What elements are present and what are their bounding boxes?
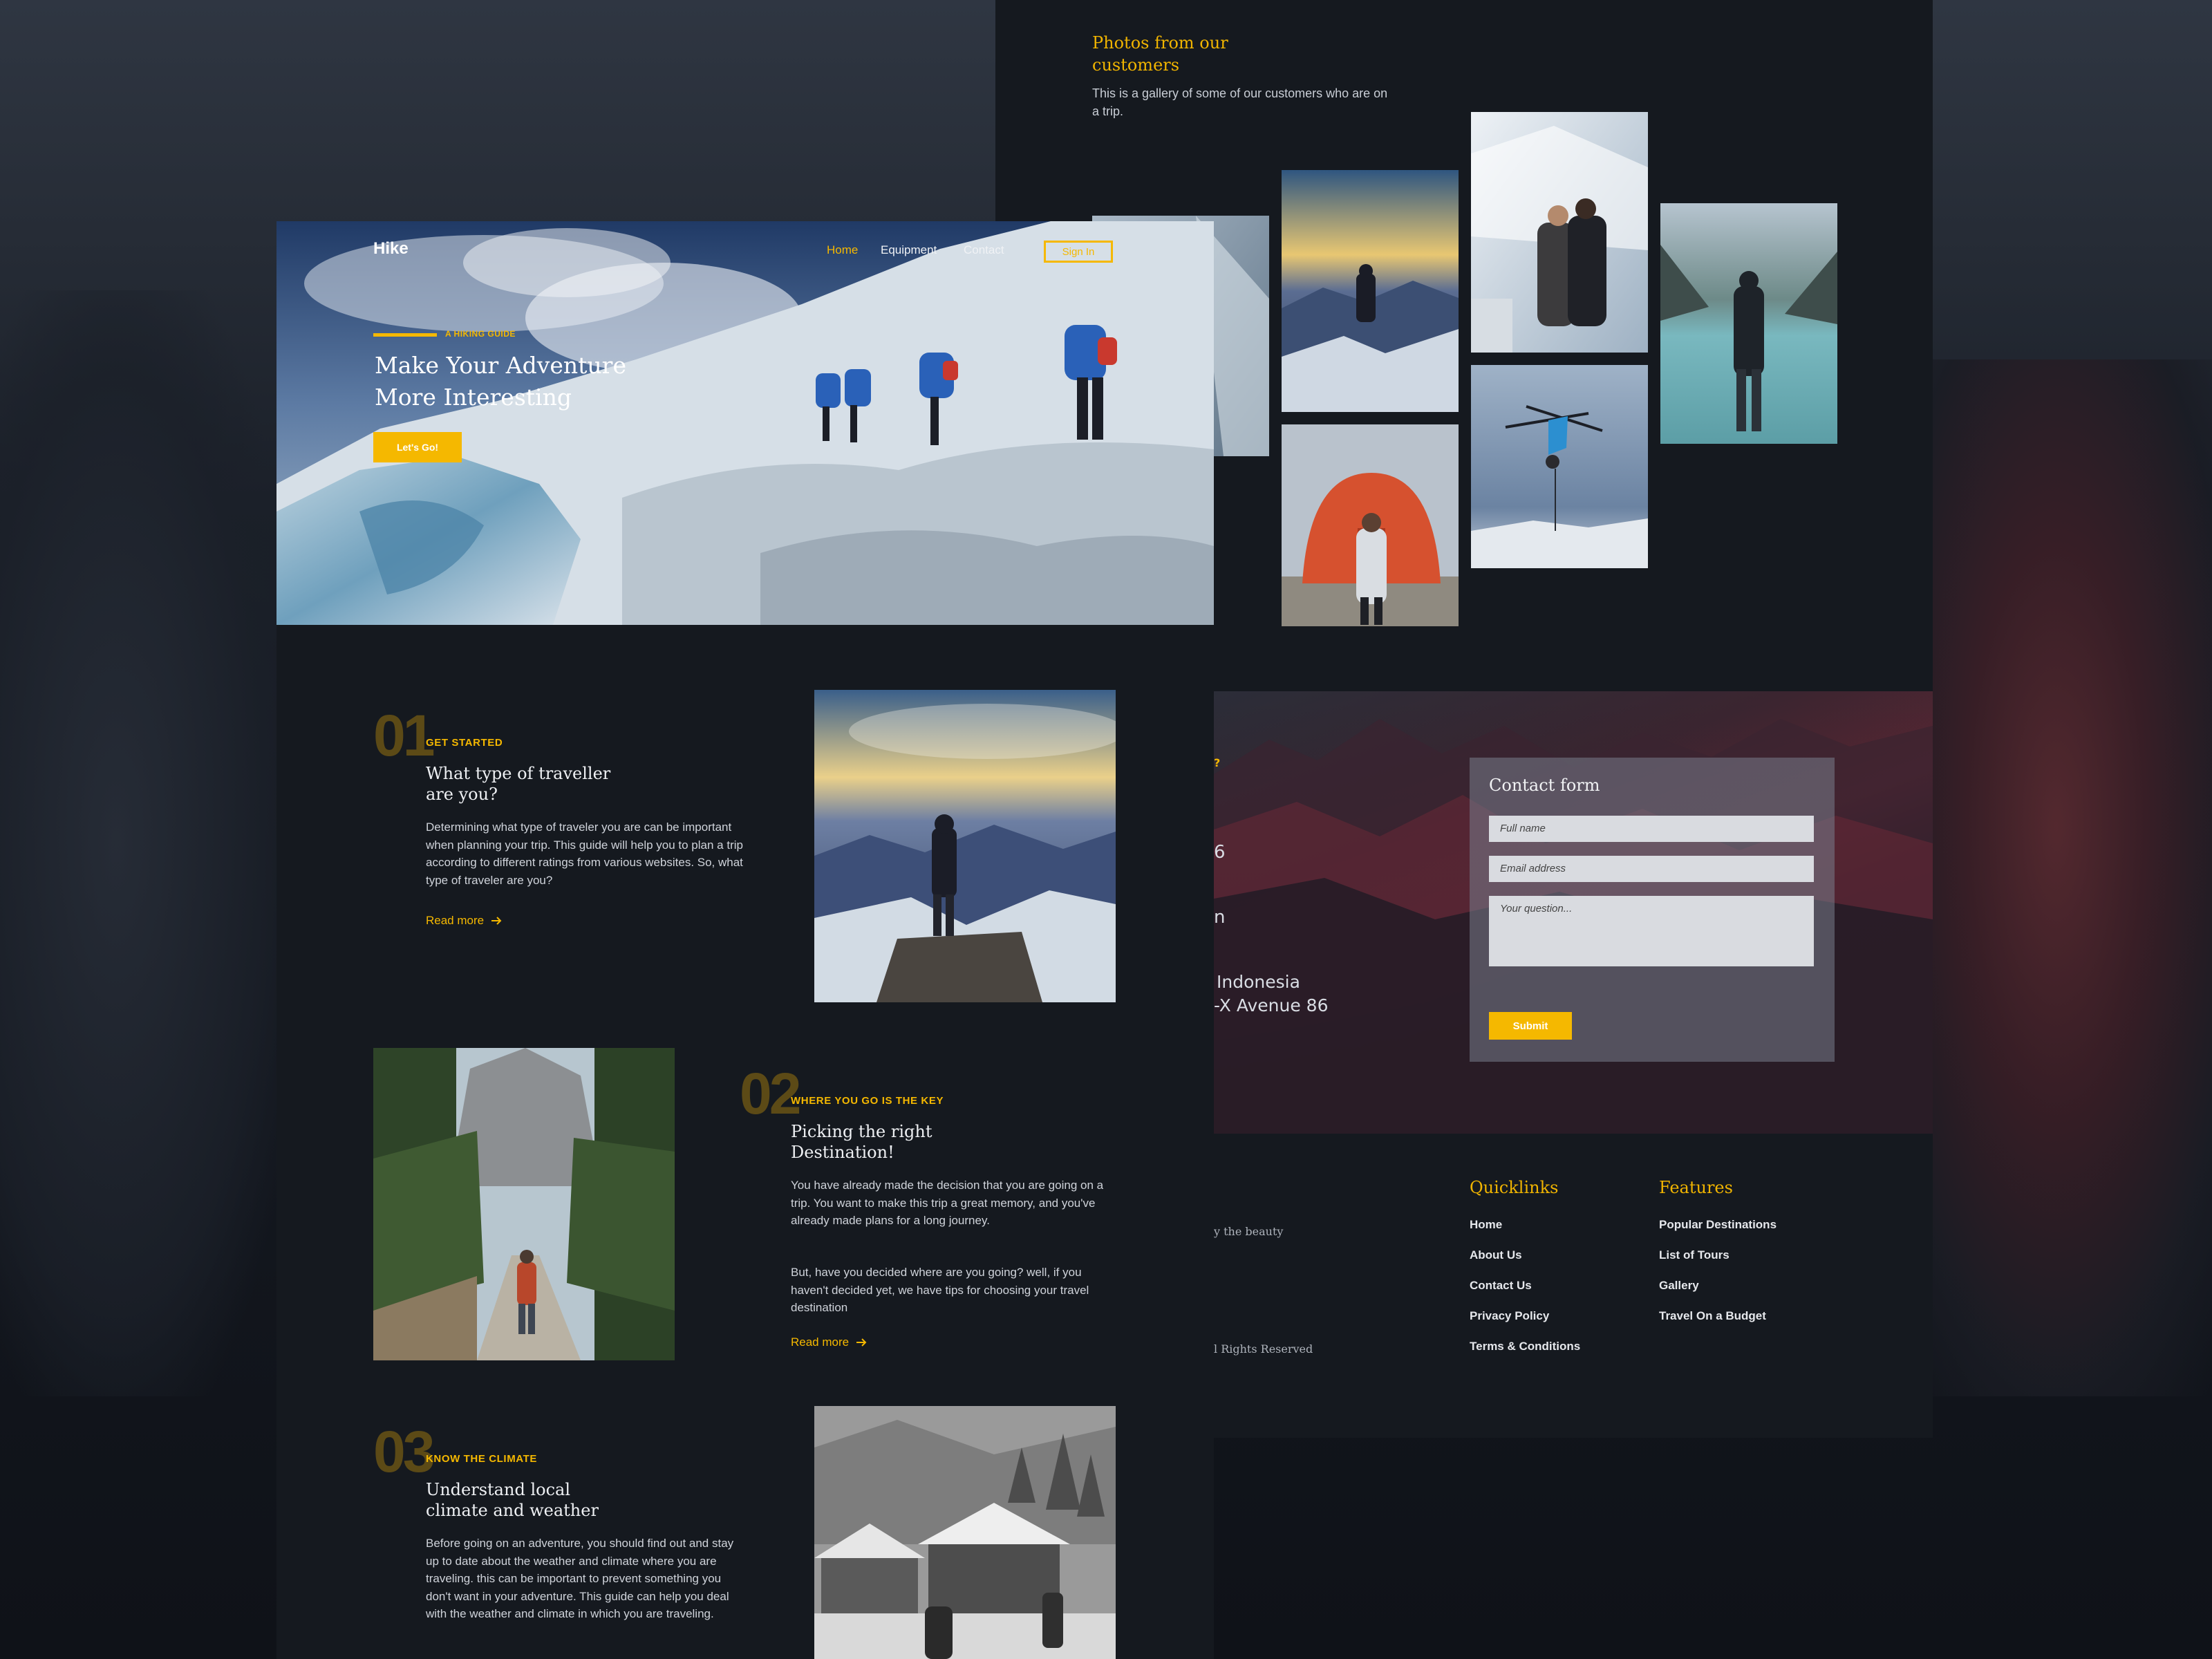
read-more-label: Read more <box>426 914 485 927</box>
step-photo-hiker-sunset <box>814 690 1116 1002</box>
read-more-label: Read more <box>791 1335 850 1349</box>
nav-equipment[interactable]: Equipment <box>881 243 937 257</box>
footer-link-about-us[interactable]: About Us <box>1470 1248 1522 1262</box>
footer-link-list-of-tours[interactable]: List of Tours <box>1659 1248 1730 1262</box>
step-kicker-03: KNOW THE CLIMATE <box>426 1453 537 1465</box>
footer-link-terms[interactable]: Terms & Conditions <box>1470 1340 1580 1353</box>
gallery-subtitle: This is a gallery of some of our custome… <box>1092 86 1388 118</box>
gallery-title: Photos from our customers <box>1092 33 1228 75</box>
step-photo-forest-road <box>373 1048 675 1360</box>
contact-form: Contact form Full name Email address You… <box>1470 758 1835 1062</box>
arrow-right-icon <box>856 1338 867 1347</box>
footer-link-home[interactable]: Home <box>1470 1218 1502 1232</box>
contact-label-partial: ? <box>1214 756 1221 769</box>
submit-button[interactable]: Submit <box>1489 1012 1572 1040</box>
step-kicker-01: GET STARTED <box>426 737 503 749</box>
footer-link-popular-destinations[interactable]: Popular Destinations <box>1659 1218 1777 1232</box>
step-number-02: 02 <box>740 1061 801 1126</box>
contact-info-line-2: n <box>1214 907 1226 928</box>
contact-info-line-4: -X Avenue 86 <box>1214 995 1329 1015</box>
background-blur-left <box>0 290 290 1396</box>
footer-about-partial: y the beauty <box>1214 1225 1284 1238</box>
step-body-02b: But, have you decided where are you goin… <box>791 1266 1089 1315</box>
gallery-photo-lake-reflection[interactable] <box>1660 203 1837 444</box>
features-title: Features <box>1659 1178 1733 1197</box>
read-more-link-02[interactable]: Read more <box>791 1335 867 1349</box>
step-number-03: 03 <box>373 1419 435 1484</box>
step-body-02: You have already made the decision that … <box>791 1179 1104 1228</box>
nav-contact[interactable]: Contact <box>964 243 1004 257</box>
arrow-right-icon <box>491 917 502 925</box>
email-field[interactable]: Email address <box>1489 856 1814 882</box>
quicklinks-title: Quicklinks <box>1470 1178 1559 1197</box>
footer-link-travel-budget[interactable]: Travel On a Budget <box>1659 1309 1766 1323</box>
gallery-photo-orange-tent[interactable] <box>1282 424 1459 626</box>
step-number-01: 01 <box>373 703 435 768</box>
step-title-02: Picking the right Destination! <box>791 1122 932 1162</box>
step-kicker-02: WHERE YOU GO IS THE KEY <box>791 1095 944 1107</box>
lets-go-button[interactable]: Let's Go! <box>373 432 462 462</box>
gallery-photo-hiker-sunset[interactable] <box>1282 170 1459 412</box>
gallery-photo-skier[interactable] <box>1471 365 1648 568</box>
question-field[interactable]: Your question... <box>1489 896 1814 966</box>
landing-page: Hike Home Equipment Contact Sign In A HI… <box>276 221 1214 1659</box>
footer-link-contact-us[interactable]: Contact Us <box>1470 1279 1532 1293</box>
step-title-03: Understand local climate and weather <box>426 1480 599 1520</box>
step-title-01: What type of traveller are you? <box>426 764 611 804</box>
kicker-line <box>373 333 437 337</box>
footer-link-gallery[interactable]: Gallery <box>1659 1279 1699 1293</box>
full-name-field[interactable]: Full name <box>1489 816 1814 842</box>
hero-title: Make Your Adventure More Interesting <box>375 352 626 411</box>
step-body-01: Determining what type of traveler you ar… <box>426 821 743 887</box>
logo[interactable]: Hike <box>373 239 409 259</box>
footer-link-privacy-policy[interactable]: Privacy Policy <box>1470 1309 1549 1323</box>
step-photo-snowy-village <box>814 1406 1116 1659</box>
nav-home[interactable]: Home <box>827 243 858 257</box>
hero-image <box>276 221 1214 625</box>
sign-in-button[interactable]: Sign In <box>1044 241 1113 263</box>
gallery-photo-couple-snow[interactable] <box>1471 112 1648 353</box>
contact-form-title: Contact form <box>1489 776 1600 795</box>
read-more-link-01[interactable]: Read more <box>426 914 502 928</box>
hero-section: Hike Home Equipment Contact Sign In A HI… <box>276 221 1214 625</box>
hero-kicker: A HIKING GUIDE <box>445 329 516 339</box>
contact-info-line-3: Indonesia <box>1217 972 1300 992</box>
step-body-03: Before going on an adventure, you should… <box>426 1537 734 1621</box>
footer-copyright-partial: l Rights Reserved <box>1214 1342 1313 1356</box>
contact-info-line-1: 6 <box>1214 842 1226 863</box>
